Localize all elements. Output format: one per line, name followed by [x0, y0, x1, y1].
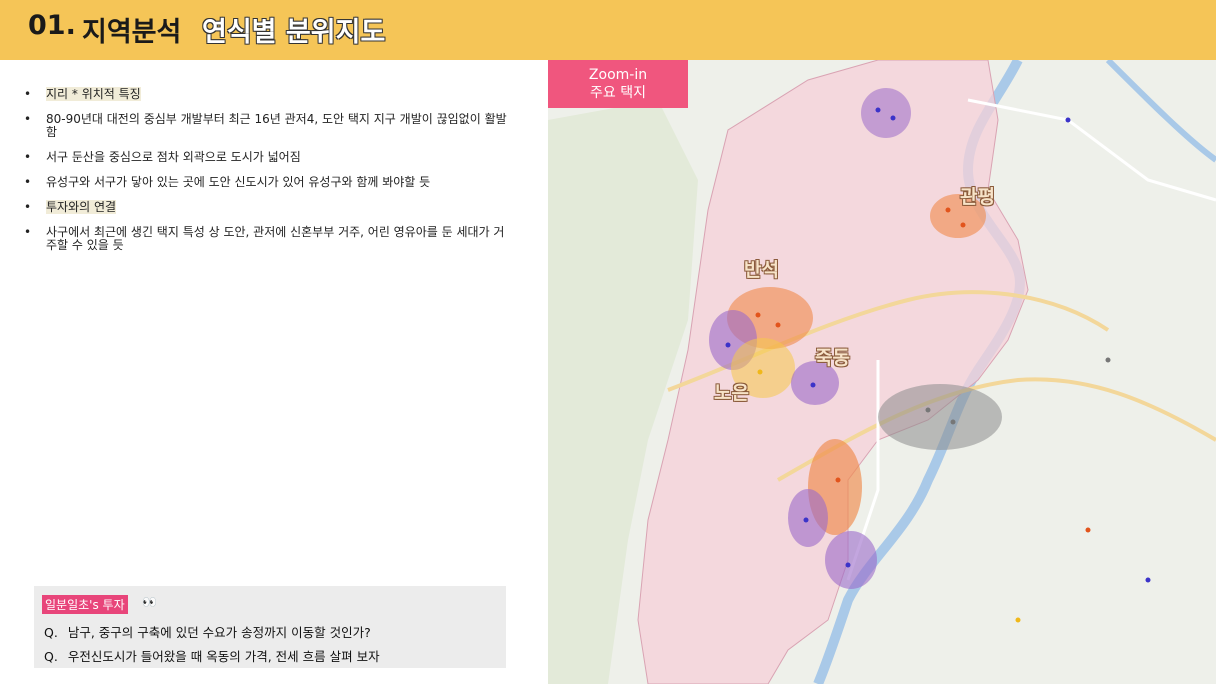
bullet-dot: • [24, 175, 32, 189]
label-banseok: 반석 [744, 259, 779, 281]
dot-orange [945, 207, 951, 213]
investment-tag: 일분일초's 투자 [42, 595, 128, 614]
bullet-dot: • [24, 87, 32, 101]
label-gwanpyeong: 관평 [960, 186, 995, 208]
dot-orange [1085, 527, 1091, 533]
dot-blue [725, 342, 731, 348]
q-prefix: Q. [44, 649, 58, 664]
bullet-item: • 80-90년대 대전의 중심부 개발부터 최근 16년 관저4, 도안 택지 … [24, 113, 514, 139]
bullet-text: 유성구와 서구가 닿아 있는 곳에 도안 신도시가 있어 유성구와 함께 봐야할… [46, 175, 431, 189]
section-number: 01. [28, 10, 76, 41]
bullet-dot: • [24, 112, 32, 126]
question-text: 남구, 중구의 구축에 있던 수요가 송정까지 이동할 것인가? [67, 625, 371, 640]
page-title: 지역분석 [82, 17, 182, 48]
dot-blue [1065, 117, 1071, 123]
district-map: Zoom-in 주요 택지 관평 반석 죽동 노은 [548, 60, 1216, 684]
investment-box: 일분일초's 투자 👀 Q. 남구, 중구의 구축에 있던 수요가 송정까지 이동… [34, 586, 506, 668]
zoom-label: Zoom-in [588, 67, 648, 83]
dot-blue [890, 115, 896, 121]
bullet-dot: • [24, 200, 32, 214]
dot-yellow [1015, 617, 1021, 623]
cluster-gray [878, 384, 1002, 450]
cluster-purple [825, 531, 877, 589]
bullet-dot: • [24, 225, 32, 239]
bullet-text: 투자와의 연결 [46, 200, 117, 214]
dot-gray [950, 419, 956, 425]
dot-orange [835, 477, 841, 483]
bullet-text: 서구 둔산을 중심으로 점차 외곽으로 도시가 넓어짐 [46, 150, 301, 164]
dot-orange [775, 322, 781, 328]
bullet-list: • 지리 * 위치적 특징 • 80-90년대 대전의 중심부 개발부터 최근 16… [24, 87, 514, 264]
map-graphic [548, 60, 1216, 684]
bullet-item: • 투자와의 연결 [24, 200, 514, 214]
dot-yellow [757, 369, 763, 375]
bullet-item: • 유성구와 서구가 닿아 있는 곳에 도안 신도시가 있어 유성구와 함께 봐야… [24, 176, 514, 189]
bullet-item: • 서구 둔산을 중심으로 점차 외곽으로 도시가 넓어짐 [24, 151, 514, 164]
question-2: Q. 우전신도시가 들어왔을 때 옥동의 가격, 전세 흐름 살펴 보자 [44, 646, 380, 665]
dot-gray [925, 407, 931, 413]
bullet-text: 사구에서 최근에 생긴 택지 특성 상 도안, 관저에 신혼부부 거주, 어린 … [46, 225, 505, 252]
bullet-item: • 지리 * 위치적 특징 [24, 87, 514, 101]
eyes-icon: 👀 [142, 595, 157, 609]
dot-blue [803, 517, 809, 523]
q-prefix: Q. [44, 625, 58, 640]
dot-gray [1105, 357, 1111, 363]
bullet-item: • 사구에서 최근에 생긴 택지 특성 상 도안, 관저에 신혼부부 거주, 어린… [24, 226, 514, 252]
cluster-purple [788, 489, 828, 547]
zoom-sublabel: 주요 택지 [590, 85, 646, 101]
question-text: 우전신도시가 들어왔을 때 옥동의 가격, 전세 흐름 살펴 보자 [67, 649, 380, 664]
bullet-text: 80-90년대 대전의 중심부 개발부터 최근 16년 관저4, 도안 택지 지… [46, 112, 507, 139]
dot-orange [960, 222, 966, 228]
dot-blue [845, 562, 851, 568]
page-subtitle: 연식별 분위지도 [202, 17, 386, 48]
cluster-purple [861, 88, 911, 138]
label-noeun: 노은 [714, 382, 749, 404]
bullet-text: 지리 * 위치적 특징 [46, 87, 141, 101]
header-bar: 01. 지역분석 연식별 분위지도 [0, 0, 1216, 60]
dot-blue [875, 107, 881, 113]
label-jukdong: 죽동 [815, 347, 850, 369]
question-1: Q. 남구, 중구의 구축에 있던 수요가 송정까지 이동할 것인가? [44, 622, 371, 641]
bullet-dot: • [24, 150, 32, 164]
dot-blue [810, 382, 816, 388]
zoom-in-badge: Zoom-in 주요 택지 [548, 60, 688, 108]
dot-orange [755, 312, 761, 318]
dot-blue [1145, 577, 1151, 583]
